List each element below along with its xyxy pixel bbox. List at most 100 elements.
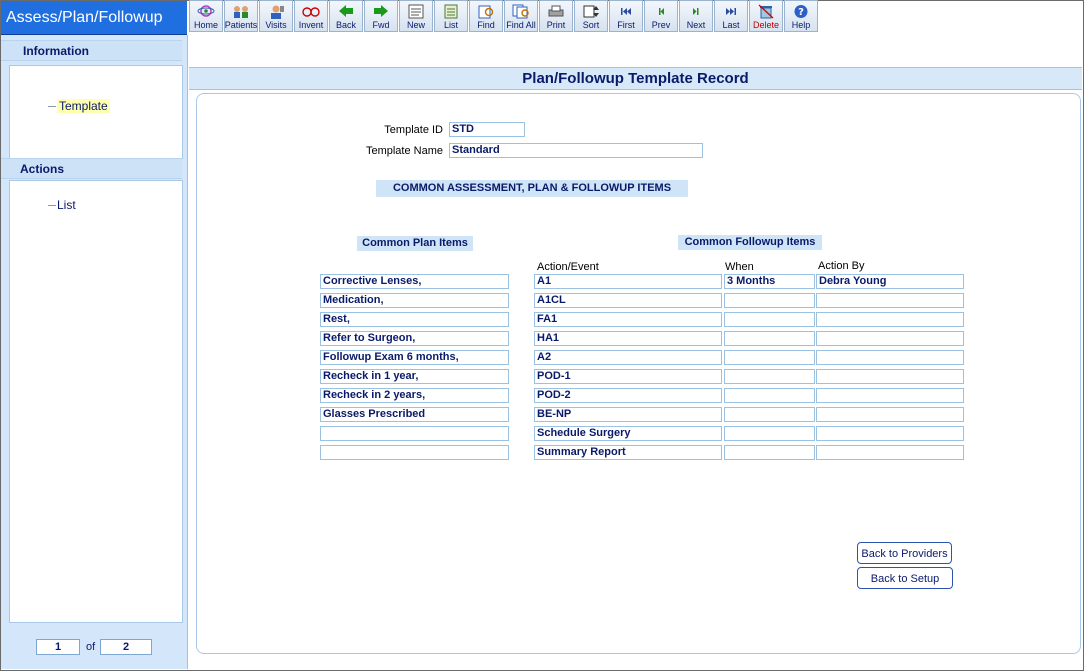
toolbar-new-button[interactable]: New bbox=[399, 0, 433, 32]
followup-by-field[interactable] bbox=[816, 312, 964, 327]
plan-item-field[interactable] bbox=[320, 445, 509, 460]
toolbar-prev-button[interactable]: Prev bbox=[644, 0, 678, 32]
toolbar-button-label: Prev bbox=[651, 20, 671, 30]
toolbar-print-button[interactable]: Print bbox=[539, 0, 573, 32]
followup-when-field[interactable] bbox=[724, 312, 815, 327]
toolbar-button-label: Delete bbox=[752, 20, 779, 30]
followup-action-field[interactable]: FA1 bbox=[534, 312, 722, 327]
toolbar: Home Patients Visits Invent Back Fwd New List Fi… bbox=[189, 0, 1039, 33]
help-icon: ? bbox=[792, 4, 810, 19]
toolbar-last-button[interactable]: Last bbox=[714, 0, 748, 32]
actions-header: Actions bbox=[1, 158, 182, 179]
list-link[interactable]: List bbox=[48, 198, 76, 212]
information-box: Template bbox=[9, 65, 183, 159]
followup-when-field[interactable] bbox=[724, 293, 815, 308]
followup-when-field[interactable] bbox=[724, 350, 815, 365]
template-link[interactable]: Template bbox=[48, 99, 110, 113]
followup-by-field[interactable] bbox=[816, 426, 964, 441]
find-all-icon bbox=[512, 4, 530, 19]
template-id-label: Template ID bbox=[384, 124, 443, 136]
actions-box: List bbox=[9, 180, 183, 623]
toolbar-button-label: Print bbox=[546, 20, 566, 30]
plan-item-field[interactable]: Corrective Lenses, bbox=[320, 274, 509, 289]
plan-item-field[interactable]: Rest, bbox=[320, 312, 509, 327]
followup-by-field[interactable] bbox=[816, 350, 964, 365]
followup-when-field[interactable]: 3 Months bbox=[724, 274, 815, 289]
plan-item-field[interactable]: Recheck in 1 year, bbox=[320, 369, 509, 384]
arrow-left-icon bbox=[337, 4, 355, 19]
toolbar-button-label: Fwd bbox=[372, 20, 390, 30]
followup-action-field[interactable]: HA1 bbox=[534, 331, 722, 346]
toolbar-help-button[interactable]: ? Help bbox=[784, 0, 818, 32]
followup-action-field[interactable]: A2 bbox=[534, 350, 722, 365]
visits-icon bbox=[267, 4, 285, 19]
template-name-label: Template Name bbox=[365, 145, 443, 157]
toolbar-find-button[interactable]: Find bbox=[469, 0, 503, 32]
template-id-field[interactable]: STD bbox=[449, 122, 525, 137]
plan-item-field[interactable]: Followup Exam 6 months, bbox=[320, 350, 509, 365]
left-panel: Information Template Actions List 1 of 2 bbox=[1, 35, 188, 669]
section-banner: COMMON ASSESSMENT, PLAN & FOLLOWUP ITEMS bbox=[376, 180, 688, 197]
followup-by-field[interactable] bbox=[816, 331, 964, 346]
followup-when-field[interactable] bbox=[724, 331, 815, 346]
toolbar-button-label: Visits bbox=[265, 20, 287, 30]
home-icon bbox=[197, 4, 215, 19]
toolbar-next-button[interactable]: Next bbox=[679, 0, 713, 32]
col-action-header: Action/Event bbox=[537, 261, 599, 273]
toolbar-patients-button[interactable]: Patients bbox=[224, 0, 258, 32]
back-to-setup-button[interactable]: Back to Setup bbox=[857, 567, 953, 589]
toolbar-fwd-button[interactable]: Fwd bbox=[364, 0, 398, 32]
followup-by-field[interactable]: Debra Young bbox=[816, 274, 964, 289]
followup-action-field[interactable]: BE-NP bbox=[534, 407, 722, 422]
svg-text:?: ? bbox=[798, 7, 804, 18]
toolbar-button-label: Sort bbox=[582, 20, 600, 30]
prev-icon bbox=[652, 4, 670, 19]
followup-by-field[interactable] bbox=[816, 388, 964, 403]
followup-by-field[interactable] bbox=[816, 293, 964, 308]
list-icon bbox=[442, 4, 460, 19]
followup-by-field[interactable] bbox=[816, 369, 964, 384]
printer-icon bbox=[547, 4, 565, 19]
new-icon bbox=[407, 4, 425, 19]
toolbar-find-all-button[interactable]: Find All bbox=[504, 0, 538, 32]
next-icon bbox=[687, 4, 705, 19]
toolbar-back-button[interactable]: Back bbox=[329, 0, 363, 32]
toolbar-button-label: Next bbox=[686, 20, 706, 30]
followup-action-field[interactable]: A1 bbox=[534, 274, 722, 289]
toolbar-home-button[interactable]: Home bbox=[189, 0, 223, 32]
col-by-header: Action By bbox=[818, 260, 865, 272]
followup-action-field[interactable]: A1CL bbox=[534, 293, 722, 308]
plan-item-field[interactable]: Glasses Prescribed bbox=[320, 407, 509, 422]
followup-when-field[interactable] bbox=[724, 369, 815, 384]
followup-action-field[interactable]: Schedule Surgery bbox=[534, 426, 722, 441]
toolbar-delete-button[interactable]: Delete bbox=[749, 0, 783, 32]
plan-item-field[interactable]: Recheck in 2 years, bbox=[320, 388, 509, 403]
followup-action-field[interactable]: POD-2 bbox=[534, 388, 722, 403]
page-current[interactable]: 1 bbox=[36, 639, 80, 655]
app-title: Assess/Plan/Followup bbox=[1, 1, 187, 35]
toolbar-button-label: Find All bbox=[506, 20, 536, 30]
followup-when-field[interactable] bbox=[724, 407, 815, 422]
followup-action-field[interactable]: POD-1 bbox=[534, 369, 722, 384]
plan-item-field[interactable]: Refer to Surgeon, bbox=[320, 331, 509, 346]
followup-action-field[interactable]: Summary Report bbox=[534, 445, 722, 460]
tree-connector bbox=[48, 106, 56, 108]
find-icon bbox=[477, 4, 495, 19]
toolbar-button-label: First bbox=[617, 20, 635, 30]
followup-when-field[interactable] bbox=[724, 445, 815, 460]
followup-by-field[interactable] bbox=[816, 407, 964, 422]
toolbar-visits-button[interactable]: Visits bbox=[259, 0, 293, 32]
tree-connector bbox=[48, 205, 56, 207]
back-to-providers-button[interactable]: Back to Providers bbox=[857, 542, 952, 564]
toolbar-sort-button[interactable]: Sort bbox=[574, 0, 608, 32]
followup-when-field[interactable] bbox=[724, 426, 815, 441]
toolbar-list-button[interactable]: List bbox=[434, 0, 468, 32]
col-when-header: When bbox=[725, 261, 754, 273]
followup-by-field[interactable] bbox=[816, 445, 964, 460]
toolbar-first-button[interactable]: First bbox=[609, 0, 643, 32]
followup-when-field[interactable] bbox=[724, 388, 815, 403]
toolbar-invent-button[interactable]: Invent bbox=[294, 0, 328, 32]
plan-item-field[interactable] bbox=[320, 426, 509, 441]
plan-item-field[interactable]: Medication, bbox=[320, 293, 509, 308]
template-name-field[interactable]: Standard bbox=[449, 143, 703, 158]
